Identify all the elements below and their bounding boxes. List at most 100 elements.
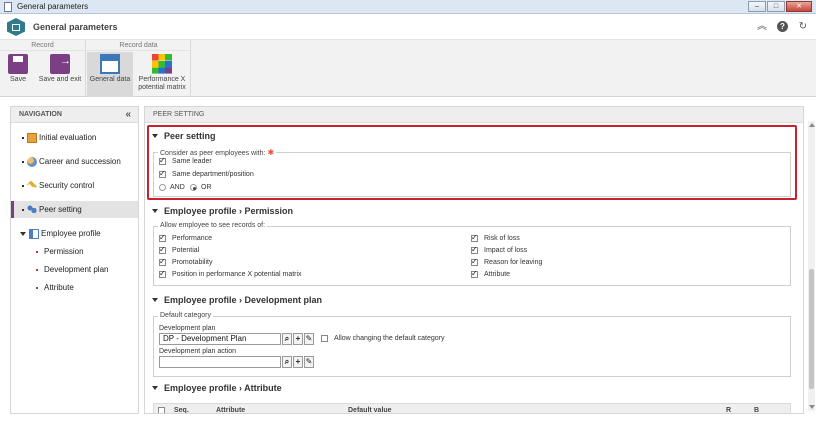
key-icon bbox=[27, 180, 37, 188]
section-title: Employee profile › Attribute bbox=[164, 383, 282, 393]
impact-of-loss-checkbox[interactable]: Impact of loss bbox=[471, 245, 527, 254]
window-titlebar: General parameters – □ ✕ bbox=[0, 0, 816, 14]
refresh-icon[interactable]: ↻ bbox=[796, 20, 810, 34]
app-title: General parameters bbox=[33, 22, 118, 32]
nav-subitem-attribute[interactable]: Attribute bbox=[11, 279, 138, 296]
navigation-header: NAVIGATION « bbox=[11, 107, 138, 123]
collapse-icon bbox=[152, 386, 158, 390]
peer-legend: Consider as peer employees with: ✱ bbox=[158, 148, 277, 157]
section-peer-setting[interactable]: Peer setting bbox=[152, 131, 216, 141]
collapse-icon bbox=[152, 209, 158, 213]
main-header: PEER SETTING bbox=[145, 107, 803, 123]
or-radio[interactable]: OR bbox=[190, 184, 212, 191]
nav-subitem-permission[interactable]: Permission bbox=[11, 243, 138, 260]
document-icon bbox=[4, 1, 12, 12]
add-icon[interactable]: + bbox=[293, 333, 303, 345]
nav-subitem-label: Development plan bbox=[44, 265, 109, 274]
users-icon bbox=[27, 204, 37, 215]
collapse-left-icon[interactable]: « bbox=[125, 107, 131, 123]
clear-icon[interactable]: ✎ bbox=[304, 333, 314, 345]
development-plan-field[interactable]: DP - Development Plan bbox=[159, 333, 281, 345]
select-all-checkbox[interactable] bbox=[158, 407, 165, 413]
navigation-panel: NAVIGATION « Initial evaluation Career a… bbox=[10, 106, 139, 414]
section-permission[interactable]: Employee profile › Permission bbox=[152, 206, 293, 216]
app-header: General parameters ︽ ? ↻ bbox=[0, 15, 816, 40]
evaluation-icon bbox=[27, 132, 37, 143]
development-plan-action-field[interactable] bbox=[159, 356, 281, 368]
permission-legend: Allow employee to see records of: bbox=[158, 222, 268, 229]
development-plan-action-label: Development plan action bbox=[159, 348, 237, 355]
add-icon[interactable]: + bbox=[293, 356, 303, 368]
column-r[interactable]: R bbox=[726, 407, 731, 413]
ribbon-group-record: Record Save Save and exit bbox=[0, 40, 86, 97]
maximize-button[interactable]: □ bbox=[767, 1, 785, 12]
nav-item-employee-profile[interactable]: Employee profile bbox=[11, 225, 138, 242]
section-title: Employee profile › Development plan bbox=[164, 295, 323, 305]
matrix-icon bbox=[152, 54, 172, 74]
development-plan-label: Development plan bbox=[159, 325, 216, 332]
ribbon-group-label: Record data bbox=[87, 40, 190, 51]
window-title: General parameters bbox=[17, 2, 89, 11]
performance-checkbox[interactable]: Performance bbox=[159, 233, 212, 242]
clear-icon[interactable]: ✎ bbox=[304, 356, 314, 368]
help-icon[interactable]: ? bbox=[777, 21, 788, 32]
nav-item-initial-evaluation[interactable]: Initial evaluation bbox=[11, 129, 138, 146]
section-title: Peer setting bbox=[164, 131, 216, 141]
column-default-value[interactable]: Default value bbox=[348, 407, 392, 413]
minimize-button[interactable]: – bbox=[748, 1, 766, 12]
general-data-label: General data bbox=[89, 76, 131, 83]
collapse-up-icon[interactable]: ︽ bbox=[755, 20, 769, 34]
scroll-thumb[interactable] bbox=[809, 269, 814, 389]
nav-item-label: Security control bbox=[39, 181, 95, 190]
allow-change-default-checkbox[interactable]: Allow changing the default category bbox=[321, 335, 445, 342]
scroll-down-icon[interactable] bbox=[809, 405, 815, 409]
performance-matrix-label: Performance X potential matrix bbox=[138, 76, 186, 91]
attribute-table-header: Seq. Attribute Default value R B bbox=[153, 403, 791, 413]
section-title: Employee profile › Permission bbox=[164, 206, 294, 216]
collapse-icon bbox=[152, 134, 158, 138]
career-icon bbox=[27, 156, 37, 167]
column-b[interactable]: B bbox=[754, 407, 759, 413]
save-and-exit-button[interactable]: Save and exit bbox=[36, 52, 84, 84]
vertical-scrollbar[interactable] bbox=[808, 121, 815, 411]
save-button-label: Save bbox=[10, 76, 26, 83]
nav-item-security-control[interactable]: Security control bbox=[11, 177, 138, 194]
nav-item-label: Peer setting bbox=[39, 205, 82, 214]
section-attribute[interactable]: Employee profile › Attribute bbox=[152, 383, 282, 393]
potential-checkbox[interactable]: Potential bbox=[159, 245, 199, 254]
close-button[interactable]: ✕ bbox=[786, 1, 812, 12]
nav-subitem-label: Permission bbox=[44, 247, 84, 256]
save-and-exit-label: Save and exit bbox=[38, 76, 82, 83]
nav-item-peer-setting[interactable]: Peer setting bbox=[11, 201, 138, 218]
search-icon[interactable]: ⌕ bbox=[282, 356, 292, 368]
scroll-up-icon[interactable] bbox=[809, 123, 815, 127]
collapse-icon bbox=[152, 298, 158, 302]
and-radio[interactable]: AND bbox=[159, 184, 185, 191]
window-controls: – □ ✕ bbox=[748, 1, 812, 12]
attribute-checkbox[interactable]: Attribute bbox=[471, 269, 510, 278]
same-leader-checkbox[interactable]: Same leader bbox=[159, 156, 212, 165]
save-button[interactable]: Save bbox=[3, 52, 33, 84]
nav-item-career-succession[interactable]: Career and succession bbox=[11, 153, 138, 170]
ribbon-group-record-data: Record data General data Performance X p… bbox=[87, 40, 191, 97]
position-matrix-checkbox[interactable]: Position in performance X potential matr… bbox=[159, 269, 302, 278]
nav-item-label: Employee profile bbox=[41, 229, 101, 238]
section-development-plan[interactable]: Employee profile › Development plan bbox=[152, 295, 322, 305]
risk-of-loss-checkbox[interactable]: Risk of loss bbox=[471, 233, 520, 242]
column-attribute[interactable]: Attribute bbox=[216, 407, 245, 413]
search-icon[interactable]: ⌕ bbox=[282, 333, 292, 345]
performance-matrix-button[interactable]: Performance X potential matrix bbox=[135, 52, 189, 92]
reason-for-leaving-checkbox[interactable]: Reason for leaving bbox=[471, 257, 542, 266]
app-logo-icon bbox=[7, 18, 25, 36]
nav-item-label: Initial evaluation bbox=[39, 133, 97, 142]
ribbon-toolbar: Record Save Save and exit Record data Ge… bbox=[0, 40, 816, 97]
general-data-button[interactable]: General data bbox=[87, 52, 133, 97]
main-panel: PEER SETTING Peer setting Consider as pe… bbox=[144, 106, 804, 414]
promotability-checkbox[interactable]: Promotability bbox=[159, 257, 212, 266]
expand-icon[interactable] bbox=[20, 231, 26, 236]
profile-card-icon bbox=[29, 228, 39, 239]
column-seq[interactable]: Seq. bbox=[174, 407, 189, 413]
nav-subitem-development-plan[interactable]: Development plan bbox=[11, 261, 138, 278]
save-icon bbox=[8, 54, 28, 74]
same-department-checkbox[interactable]: Same department/position bbox=[159, 169, 254, 178]
